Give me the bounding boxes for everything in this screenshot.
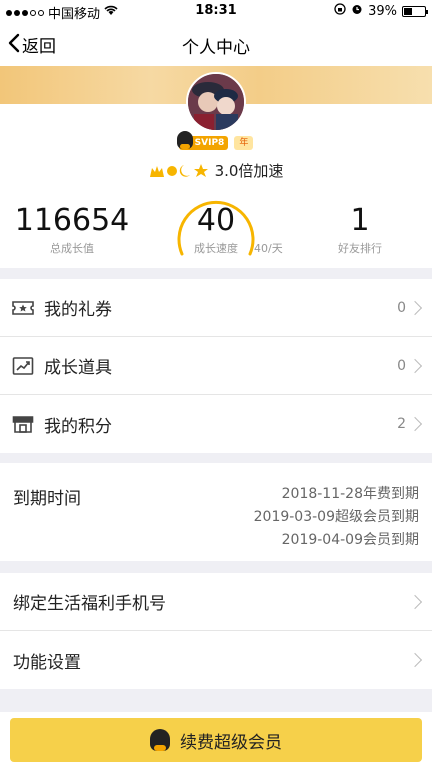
benefits-menu: 我的礼券 0 成长道具 0 我的积分 2 (0, 279, 432, 453)
growth-chart-icon (12, 356, 34, 376)
settings-menu: 绑定生活福利手机号 功能设置 (0, 573, 432, 689)
friend-rank[interactable]: 1 好友排行 (288, 204, 432, 256)
growth-speed-label: 成长速度 (194, 242, 238, 255)
chevron-right-icon (407, 416, 423, 432)
annual-badge: 年 (234, 136, 254, 150)
chevron-right-icon (407, 358, 423, 373)
page-title: 个人中心 (182, 38, 250, 58)
settings-item-label: 功能设置 (13, 652, 81, 673)
friend-rank-label: 好友排行 (338, 242, 382, 255)
function-settings-item[interactable]: 功能设置 (0, 631, 432, 689)
status-bar: 中国移动 18:31 39% (0, 0, 432, 22)
footer-bar: 续费超级会员 (0, 712, 432, 768)
bind-phone-item[interactable]: 绑定生活福利手机号 (0, 573, 432, 631)
expiry-line-svip: 2019-03-09超级会员到期 (253, 509, 419, 525)
total-growth-value: 116654 (14, 203, 130, 238)
svip-level: SVIP8 (194, 138, 225, 148)
menu-item-label: 成长道具 (44, 358, 112, 378)
expiry-dates: 2018-11-28年费到期 2019-03-09超级会员到期 2019-04-… (254, 483, 419, 552)
menu-item-label: 我的积分 (44, 416, 112, 437)
menu-item-count: 2 (397, 416, 406, 432)
chevron-right-icon (407, 652, 423, 668)
total-growth: 116654 总成长值 (0, 204, 144, 256)
renew-svip-button[interactable]: 续费超级会员 (10, 718, 422, 762)
expiry-line-member: 2019-04-09会员到期 (281, 532, 419, 548)
expiry-section: 到期时间 2018-11-28年费到期 2019-03-09超级会员到期 201… (0, 463, 432, 561)
chevron-right-icon (407, 594, 423, 609)
speed-row: 3.0倍加速 (0, 160, 432, 181)
total-growth-label: 总成长值 (50, 242, 94, 255)
battery-percent: 39% (368, 3, 397, 19)
stats-row: 116654 总成长值 40 成长速度 40/天 1 好友排行 (0, 196, 432, 268)
renew-label: 续费超级会员 (180, 732, 282, 753)
status-right: 39% (334, 3, 428, 19)
menu-item-count: 0 (397, 357, 406, 374)
qq-penguin-icon (150, 729, 170, 751)
growth-speed-value: 40 (196, 203, 236, 238)
settings-item-label: 绑定生活福利手机号 (13, 594, 166, 614)
menu-item-label: 我的礼券 (44, 300, 112, 320)
growth-speed-gauge: 40 成长速度 (176, 196, 256, 268)
growth-speed-rate: 40/天 (254, 242, 283, 255)
navigation-bar: 返回 个人中心 (0, 22, 432, 66)
store-icon (12, 414, 34, 434)
svip-badge: SVIP8 (176, 131, 229, 150)
speed-multiplier: 3.0倍加速 (214, 162, 284, 180)
qq-penguin-icon (176, 131, 193, 149)
menu-item-count: 0 (397, 299, 406, 316)
battery-icon (402, 5, 428, 17)
member-badges: SVIP8 年 (0, 131, 432, 150)
avatar[interactable] (186, 72, 246, 132)
menu-item-growth-props[interactable]: 成长道具 0 (0, 337, 432, 395)
alarm-icon (351, 3, 363, 19)
profile-header: SVIP8 年 3.0倍加速 116654 总成长值 40 成长速度 40/天 (0, 66, 432, 268)
menu-item-coupons[interactable]: 我的礼券 0 (0, 279, 432, 337)
menu-item-points[interactable]: 我的积分 2 (0, 395, 432, 453)
chevron-right-icon (407, 300, 423, 315)
expiry-label: 到期时间 (13, 489, 81, 509)
friend-rank-value: 1 (350, 203, 370, 238)
expiry-line-annual: 2018-11-28年费到期 (281, 486, 419, 502)
orientation-lock-icon (334, 3, 346, 19)
level-icons (149, 163, 209, 179)
ticket-icon (12, 298, 34, 318)
